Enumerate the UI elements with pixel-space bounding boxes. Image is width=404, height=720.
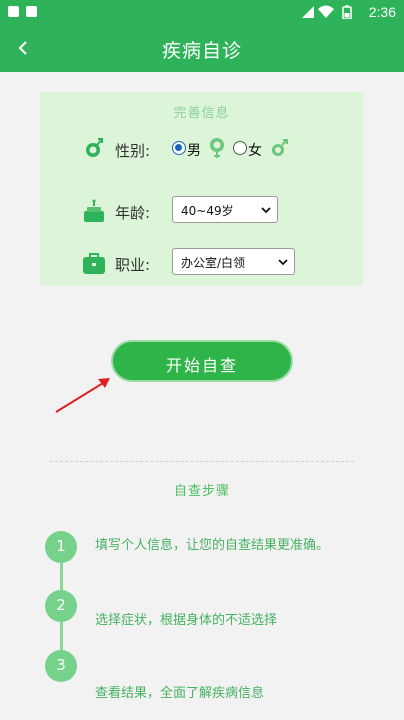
signal-icon [302,6,314,18]
gender-male-label[interactable]: 男 [187,140,201,160]
job-row: 职业: 办公室/白领 [40,248,363,278]
age-row: 年龄: 40~49岁 [40,196,363,226]
step-text-1: 填写个人信息，让您的自查结果更准确。 [95,538,330,553]
age-select[interactable]: 40~49岁 [172,196,278,223]
notification-icon [8,6,19,17]
page-title: 疾病自诊 [161,40,242,62]
job-select[interactable]: 办公室/白领 [172,248,295,275]
gender-icon [86,138,103,157]
gender-female-radio[interactable] [233,141,247,155]
age-select-value: 40~49岁 [181,204,234,218]
wifi-icon [318,5,334,18]
step-number-1: 1 [45,531,77,563]
annotation-arrow-icon [55,378,110,413]
cake-icon [84,199,104,222]
steps-title: 自查步骤 [173,484,230,499]
start-check-button[interactable]: 开始自查 [111,340,293,382]
chevron-down-icon [278,259,288,266]
status-bar: 2:36 [0,0,404,24]
battery-icon [342,5,352,19]
male-icon [210,138,224,158]
gender-row: 性别: 男 女 [40,134,363,164]
step-text-3: 查看结果，全面了解疾病信息 [95,686,265,701]
briefcase-icon [83,253,105,274]
job-select-value: 办公室/白领 [181,256,246,270]
female-icon [272,139,288,156]
step-text-2: 选择症状，根据身体的不适选择 [95,613,278,628]
chevron-down-icon [261,207,271,214]
clock-text: 2:36 [368,4,396,20]
step-number-2: 2 [45,590,77,622]
age-label: 年龄: [115,204,151,222]
gender-female-label[interactable]: 女 [248,140,262,160]
notification-icon-2 [26,6,37,17]
info-card: 完善信息 性别: 男 女 年龄: 40~49岁 职业: 办公室/白领 [40,92,363,286]
info-card-title: 完善信息 [173,106,230,121]
app-bar: 疾病自诊 [0,24,404,72]
gender-label: 性别: [115,142,151,160]
dashed-divider [50,461,354,462]
step-number-3: 3 [45,650,77,682]
job-label: 职业: [115,256,151,274]
gender-male-radio[interactable] [172,141,186,155]
